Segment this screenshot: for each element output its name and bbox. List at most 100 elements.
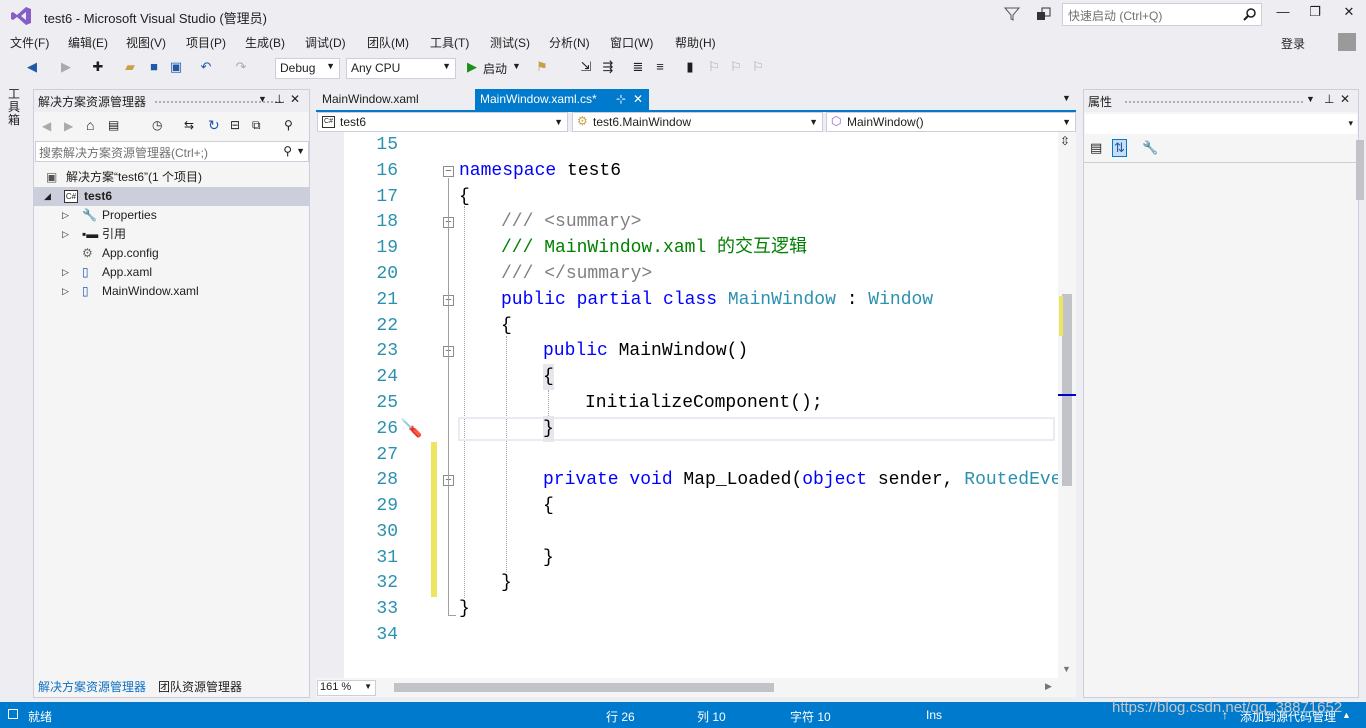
categorized-icon[interactable]: ▤: [1090, 140, 1102, 156]
collapse-region-icon[interactable]: −: [443, 166, 454, 177]
forward-icon[interactable]: ▶: [58, 59, 74, 75]
menu-file[interactable]: 文件(F): [10, 34, 49, 51]
collapsed-arrow-icon[interactable]: ▷: [62, 263, 69, 282]
hscrollbar-thumb[interactable]: [394, 683, 774, 692]
member-nav-select[interactable]: ⬡ MainWindow() ▼: [826, 112, 1076, 132]
menu-project[interactable]: 项目(P): [186, 34, 226, 51]
back-icon[interactable]: ◀: [24, 59, 40, 75]
expanded-arrow-icon[interactable]: ◢: [44, 187, 51, 206]
start-dropdown-icon[interactable]: ▼: [512, 61, 521, 71]
property-pages-icon[interactable]: 🔧: [1142, 140, 1158, 156]
menu-tools[interactable]: 工具(T): [430, 34, 469, 51]
scrollbar-thumb[interactable]: [1062, 294, 1072, 486]
tree-item-references[interactable]: ▷ ▪▬ 引用: [34, 225, 309, 244]
hierarchy-icon[interactable]: ⇶: [600, 59, 616, 75]
collapsed-arrow-icon[interactable]: ▷: [62, 206, 69, 225]
prev-bookmark-icon[interactable]: ⚐: [706, 59, 722, 75]
minimize-button[interactable]: —: [1268, 4, 1298, 24]
tree-item-app-xaml[interactable]: ▷ ▯ App.xaml: [34, 263, 309, 282]
close-button[interactable]: ✕: [1334, 4, 1364, 24]
tree-project-node[interactable]: ◢ C# test6: [34, 187, 309, 206]
pin-icon[interactable]: ⊹: [616, 92, 626, 106]
tab-team-explorer[interactable]: 团队资源管理器: [154, 676, 246, 697]
toolbox-tab[interactable]: 工具箱: [8, 88, 22, 127]
menu-help[interactable]: 帮助(H): [675, 34, 716, 51]
tab-mainwindow-xaml[interactable]: MainWindow.xaml: [316, 90, 425, 110]
comment-lines-icon[interactable]: ≣: [630, 59, 646, 75]
project-nav-select[interactable]: C# test6 ▼: [317, 112, 568, 132]
solution-configuration-select[interactable]: Debug ▼: [275, 58, 340, 79]
pin-icon[interactable]: ⊥: [274, 92, 284, 106]
pending-changes-icon[interactable]: ◷: [152, 118, 162, 132]
properties-icon[interactable]: ⚲: [284, 118, 293, 132]
zoom-select[interactable]: 161 % ▼: [317, 680, 376, 696]
tree-item-mainwindow-xaml[interactable]: ▷ ▯ MainWindow.xaml: [34, 282, 309, 301]
tree-item-properties[interactable]: ▷ 🔧 Properties: [34, 206, 309, 225]
uncomment-lines-icon[interactable]: ≡: [652, 59, 668, 75]
maximize-button[interactable]: ❐: [1300, 4, 1330, 24]
next-bookmark-icon[interactable]: ⚐: [728, 59, 744, 75]
account-icon[interactable]: [1338, 33, 1356, 51]
menu-team[interactable]: 团队(M): [367, 34, 409, 51]
properties-scroll-thumb[interactable]: [1356, 140, 1364, 200]
start-play-icon[interactable]: ▶: [464, 59, 480, 75]
tab-solution-explorer[interactable]: 解决方案资源管理器: [34, 676, 151, 697]
save-icon[interactable]: ■: [146, 59, 162, 75]
collapse-all-icon[interactable]: ⊟: [230, 118, 240, 132]
bookmark-icon[interactable]: ▮: [682, 59, 698, 75]
undo-icon[interactable]: ↶: [198, 59, 214, 75]
sign-in-link[interactable]: 登录: [1281, 35, 1305, 52]
filter-icon[interactable]: [1004, 6, 1020, 22]
scroll-right-icon[interactable]: ▶: [1045, 681, 1052, 692]
collapsed-arrow-icon[interactable]: ▷: [62, 225, 69, 244]
menu-edit[interactable]: 编辑(E): [68, 34, 108, 51]
close-tab-icon[interactable]: ✕: [633, 92, 643, 106]
menu-test[interactable]: 测试(S): [490, 34, 530, 51]
close-panel-icon[interactable]: ✕: [1340, 92, 1350, 106]
panel-menu-icon[interactable]: ▼: [258, 94, 267, 104]
split-editor-icon[interactable]: ⇳: [1060, 134, 1070, 148]
redo-icon[interactable]: ↷: [233, 59, 249, 75]
class-nav-select[interactable]: ⚙ test6.MainWindow ▼: [572, 112, 823, 132]
open-folder-icon[interactable]: ▰: [122, 59, 138, 75]
solution-platform-select[interactable]: Any CPU ▼: [346, 58, 456, 79]
close-panel-icon[interactable]: ✕: [290, 92, 300, 106]
browser-link-icon[interactable]: ⚑: [534, 59, 550, 75]
save-all-icon[interactable]: ▣: [168, 59, 184, 75]
quick-launch-input[interactable]: 快速启动 (Ctrl+Q): [1062, 3, 1262, 26]
collapsed-arrow-icon[interactable]: ▷: [62, 282, 69, 301]
menu-window[interactable]: 窗口(W): [610, 34, 653, 51]
back-icon[interactable]: ◀: [42, 119, 51, 133]
sync-icon[interactable]: ⇆: [184, 118, 194, 132]
switch-views-icon[interactable]: ▤: [108, 118, 119, 132]
tree-solution-node[interactable]: ▣ 解决方案“test6”(1 个项目): [34, 168, 309, 187]
search-icon[interactable]: ⚲: [283, 144, 292, 158]
solution-search-input[interactable]: 搜索解决方案资源管理器(Ctrl+;) ⚲ ▼: [35, 141, 309, 162]
properties-object-select[interactable]: ▾: [1085, 114, 1357, 134]
refresh-icon[interactable]: ↻: [208, 117, 220, 134]
menu-debug[interactable]: 调试(D): [305, 34, 346, 51]
home-icon[interactable]: ⌂: [86, 117, 94, 133]
tab-overflow-icon[interactable]: ▼: [1062, 93, 1071, 103]
forward-icon[interactable]: ▶: [64, 119, 73, 133]
menu-analyze[interactable]: 分析(N): [549, 34, 590, 51]
menu-build[interactable]: 生成(B): [245, 34, 285, 51]
clear-bookmarks-icon[interactable]: ⚐: [750, 59, 766, 75]
menu-view[interactable]: 视图(V): [126, 34, 166, 51]
pin-icon[interactable]: ⊥: [1324, 92, 1334, 106]
source-control-menu-icon[interactable]: ▲: [1342, 710, 1351, 720]
alphabetical-sort-icon[interactable]: ⇅: [1112, 139, 1127, 157]
start-button-label[interactable]: 启动: [483, 60, 507, 77]
panel-menu-icon[interactable]: ▼: [1306, 94, 1315, 104]
tab-mainwindow-xaml-cs[interactable]: MainWindow.xaml.cs* ⊹ ✕: [475, 89, 649, 111]
scroll-down-icon[interactable]: ▼: [1062, 664, 1071, 674]
quick-actions-icon[interactable]: 🪛: [400, 418, 422, 439]
step-icon[interactable]: ⇲: [578, 59, 594, 75]
vertical-scrollbar[interactable]: ⇳ ▼: [1058, 132, 1076, 678]
chevron-down-icon[interactable]: ▼: [296, 146, 305, 156]
horizontal-scrollbar[interactable]: ▶: [316, 678, 1076, 697]
feedback-icon[interactable]: [1036, 6, 1052, 22]
new-project-icon[interactable]: ✚: [90, 59, 106, 75]
search-icon[interactable]: [1243, 7, 1257, 21]
tree-item-app-config[interactable]: ⚙ App.config: [34, 244, 309, 263]
